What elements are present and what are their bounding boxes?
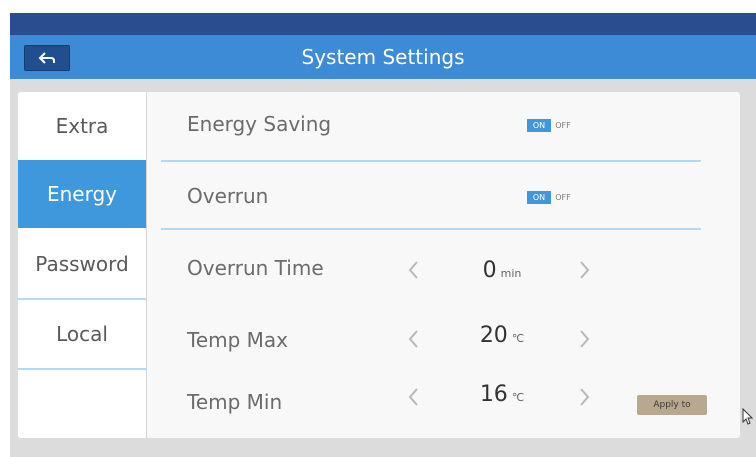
value-unit: min — [500, 267, 522, 280]
sidebar-divider — [18, 368, 146, 370]
temp-max-value: 20 ℃ — [457, 323, 547, 348]
value-unit: ℃ — [511, 391, 525, 404]
chevron-right-icon — [580, 388, 590, 406]
sidebar-item-label: Local — [56, 322, 108, 346]
overrun-time-label: Overrun Time — [187, 256, 324, 280]
overrun-label: Overrun — [187, 184, 269, 208]
energy-saving-toggle[interactable]: ON OFF — [527, 119, 575, 132]
sidebar-item-extra[interactable]: Extra — [18, 92, 146, 160]
temp-min-value: 16 ℃ — [457, 382, 547, 407]
chevron-left-icon — [408, 261, 418, 279]
row-divider — [161, 160, 701, 162]
value-number: 16 — [479, 382, 508, 407]
settings-panel: Extra Energy Password Local Energy Savin… — [18, 92, 740, 438]
overrun-time-value: 0 min — [457, 258, 547, 283]
temp-min-increase-button[interactable] — [569, 382, 599, 412]
settings-content: Energy Saving ON OFF Overrun ON OFF Over… — [147, 92, 740, 438]
sidebar: Extra Energy Password Local — [18, 92, 147, 438]
value-number: 0 — [482, 258, 497, 283]
temp-max-decrease-button[interactable] — [399, 324, 429, 354]
energy-saving-label: Energy Saving — [187, 112, 332, 136]
sidebar-item-label: Energy — [46, 182, 118, 206]
overrun-toggle[interactable]: ON OFF — [527, 191, 575, 204]
sidebar-item-local[interactable]: Local — [18, 300, 146, 368]
chevron-left-icon — [408, 330, 418, 348]
toggle-on-label: ON — [527, 119, 551, 132]
chevron-right-icon — [580, 261, 590, 279]
toggle-on-label: ON — [527, 191, 551, 204]
value-unit: ℃ — [511, 332, 525, 345]
sidebar-item-energy[interactable]: Energy — [18, 160, 146, 228]
temp-max-label: Temp Max — [187, 328, 289, 352]
top-status-bar — [10, 13, 756, 35]
sidebar-item-label: Password — [35, 252, 129, 276]
system-settings-screen: System Settings Extra Energy Password Lo… — [0, 0, 756, 457]
value-number: 20 — [479, 323, 508, 348]
sidebar-item-label: Extra — [55, 114, 109, 138]
top-strip — [10, 0, 756, 13]
mouse-pointer-icon — [742, 408, 754, 425]
toggle-off-label: OFF — [555, 121, 571, 130]
title-bar: System Settings — [10, 35, 756, 79]
toggle-off-label: OFF — [555, 193, 571, 202]
chevron-right-icon — [580, 330, 590, 348]
temp-max-increase-button[interactable] — [569, 324, 599, 354]
overrun-time-decrease-button[interactable] — [399, 255, 429, 285]
apply-to-button[interactable]: Apply to — [637, 395, 707, 415]
page-title: System Settings — [301, 45, 465, 69]
chevron-left-icon — [408, 388, 418, 406]
overrun-time-increase-button[interactable] — [569, 255, 599, 285]
temp-min-label: Temp Min — [187, 390, 283, 414]
row-divider — [161, 228, 701, 230]
sidebar-item-password[interactable]: Password — [18, 230, 146, 298]
temp-min-decrease-button[interactable] — [399, 382, 429, 412]
